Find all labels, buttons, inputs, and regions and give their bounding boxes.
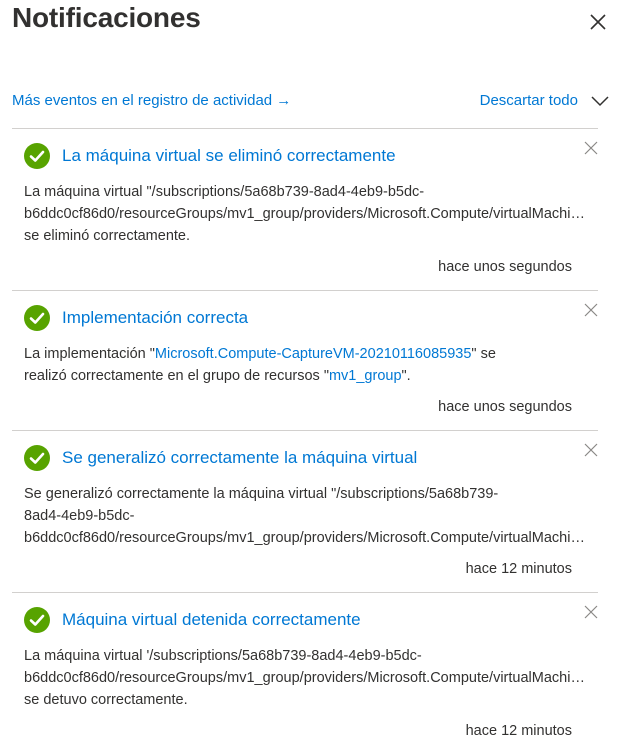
message-line: se detuvo correctamente. — [24, 692, 188, 708]
notifications-panel: Notificaciones Más eventos en el registr… — [0, 0, 622, 750]
success-check-icon — [24, 445, 50, 471]
message-text: " se — [471, 346, 496, 362]
notification-time: hace 12 minutos — [465, 561, 572, 577]
dismiss-icon — [584, 141, 598, 155]
notification-item: Implementación correcta La implementació… — [12, 290, 598, 430]
panel-title: Notificaciones — [12, 2, 201, 33]
message-text: ". — [401, 368, 411, 384]
success-check-icon — [24, 305, 50, 331]
notification-title[interactable]: Implementación correcta — [62, 308, 248, 328]
message-text: La implementación " — [24, 346, 155, 362]
message-line: Se generalizó correctamente la máquina v… — [24, 486, 499, 502]
resource-group-link[interactable]: mv1_group — [329, 368, 402, 384]
notification-header: Se generalizó correctamente la máquina v… — [24, 445, 417, 471]
notification-time: hace 12 minutos — [465, 723, 572, 739]
notification-message: La máquina virtual "/subscriptions/5a68b… — [24, 181, 590, 247]
notification-header: La máquina virtual se eliminó correctame… — [24, 143, 396, 169]
message-line: La máquina virtual "/subscriptions/5a68b… — [24, 184, 425, 200]
message-line: realizó correctamente en el grupo de rec… — [24, 365, 590, 387]
dismiss-icon — [584, 303, 598, 317]
dismiss-all-label: Descartar todo — [479, 92, 578, 109]
notification-list: La máquina virtual se eliminó correctame… — [12, 128, 598, 750]
notification-item: La máquina virtual se eliminó correctame… — [12, 128, 598, 290]
dismiss-notification-button[interactable] — [584, 141, 598, 155]
message-line: La máquina virtual '/subscriptions/5a68b… — [24, 648, 422, 664]
notification-time: hace unos segundos — [438, 259, 572, 275]
dismiss-icon — [584, 443, 598, 457]
notification-message: La implementación "Microsoft.Compute-Cap… — [24, 343, 590, 387]
message-line: b6ddc0cf86d0/resourceGroups/mv1_group/pr… — [24, 206, 590, 222]
dismiss-notification-button[interactable] — [584, 605, 598, 619]
success-check-icon — [24, 143, 50, 169]
notification-header: Implementación correcta — [24, 305, 248, 331]
message-line: b6ddc0cf86d0/resourceGroups/mv1_group/pr… — [24, 530, 590, 546]
notification-title[interactable]: Se generalizó correctamente la máquina v… — [62, 448, 417, 468]
notification-item: Se generalizó correctamente la máquina v… — [12, 430, 598, 592]
notification-title[interactable]: La máquina virtual se eliminó correctame… — [62, 146, 396, 166]
close-panel-button[interactable] — [586, 10, 610, 34]
notification-message: La máquina virtual '/subscriptions/5a68b… — [24, 645, 590, 711]
message-line: b6ddc0cf86d0/resourceGroups/mv1_group/pr… — [24, 670, 590, 686]
chevron-down-icon — [591, 95, 609, 106]
success-check-icon — [24, 607, 50, 633]
close-icon — [590, 14, 606, 30]
activity-log-link[interactable]: Más eventos en el registro de actividad … — [12, 92, 291, 109]
dismiss-all-button[interactable]: Descartar todo — [480, 92, 610, 109]
notifications-toolbar: Más eventos en el registro de actividad … — [12, 92, 610, 116]
notification-title[interactable]: Máquina virtual detenida correctamente — [62, 610, 361, 630]
dismiss-notification-button[interactable] — [584, 443, 598, 457]
message-line: 8ad4-4eb9-b5dc- — [24, 508, 135, 524]
dismiss-icon — [584, 605, 598, 619]
notification-item: Máquina virtual detenida correctamente L… — [12, 592, 598, 750]
message-line: La implementación "Microsoft.Compute-Cap… — [24, 343, 590, 365]
notification-time: hace unos segundos — [438, 399, 572, 415]
message-text: realizó correctamente en el grupo de rec… — [24, 368, 329, 384]
dismiss-notification-button[interactable] — [584, 303, 598, 317]
notification-message: Se generalizó correctamente la máquina v… — [24, 483, 590, 549]
message-line: se eliminó correctamente. — [24, 228, 191, 244]
deployment-link[interactable]: Microsoft.Compute-CaptureVM-202101160859… — [155, 346, 472, 362]
notification-header: Máquina virtual detenida correctamente — [24, 607, 361, 633]
